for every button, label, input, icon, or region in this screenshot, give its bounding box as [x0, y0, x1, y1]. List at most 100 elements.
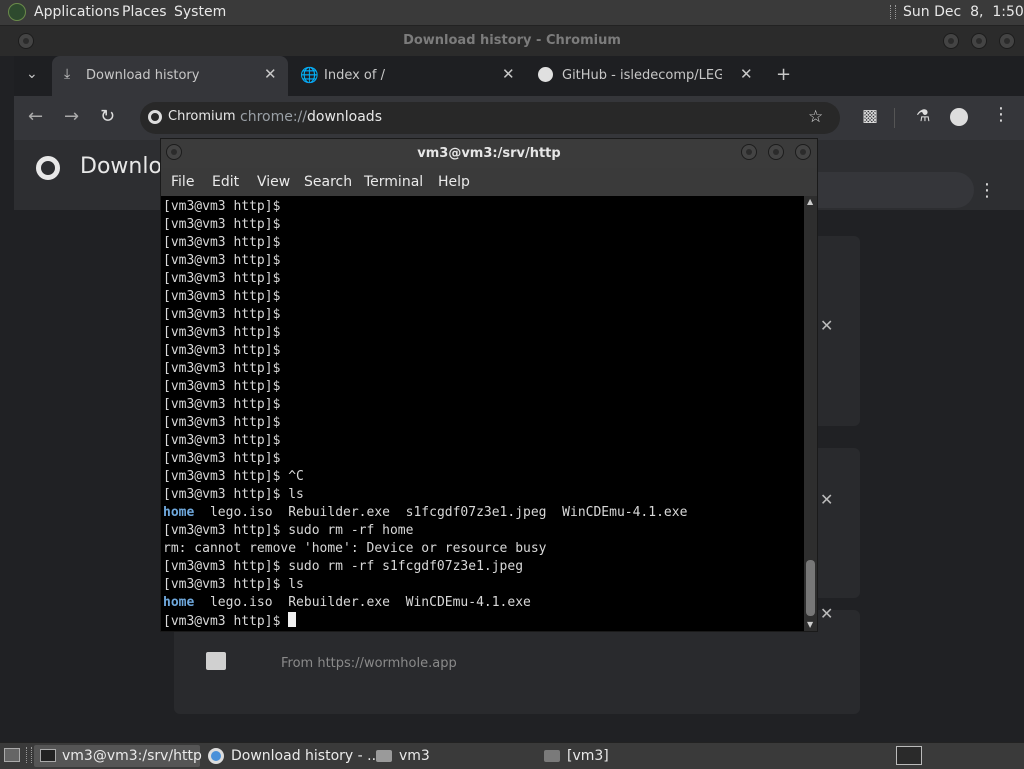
gnome-foot-icon[interactable]: [8, 3, 26, 21]
terminal-icon: [40, 749, 56, 762]
divider: [894, 108, 895, 128]
taskbar-label: vm3: [399, 748, 430, 764]
taskbar-label: Download history - ...: [231, 748, 381, 764]
system-menu[interactable]: System: [174, 4, 226, 20]
terminal-line: [vm3@vm3 http]$: [163, 433, 281, 448]
panel-handle-icon: [26, 747, 32, 763]
terminal-line: [vm3@vm3 http]$: [163, 397, 281, 412]
terminal-output[interactable]: [vm3@vm3 http]$ [vm3@vm3 http]$ [vm3@vm3 h…: [161, 196, 804, 631]
terminal-window-title: vm3@vm3:/srv/http: [417, 146, 561, 161]
forward-arrow-icon[interactable]: →: [64, 106, 79, 127]
terminal-line: [vm3@vm3 http]$: [163, 289, 281, 304]
remove-download-icon[interactable]: ✕: [820, 490, 833, 509]
terminal-line: [vm3@vm3 http]$: [163, 307, 281, 322]
tab-search-chevron-icon[interactable]: ⌄: [26, 66, 38, 82]
menu-edit[interactable]: Edit: [212, 174, 239, 190]
page-menu-icon[interactable]: ⋮: [978, 180, 996, 201]
taskbar-item-vm3[interactable]: vm3: [372, 745, 536, 767]
terminal-line: [vm3@vm3 http]$: [163, 199, 281, 214]
back-arrow-icon[interactable]: ←: [28, 106, 43, 127]
menu-terminal[interactable]: Terminal: [364, 174, 423, 190]
browser-toolbar: ← → ↻ Chromium chrome://downloads ☆ ▩ ⚗ …: [14, 96, 1024, 140]
clock[interactable]: Sun Dec 8, 1:50 AM: [903, 4, 1024, 20]
download-icon: ⤓: [64, 66, 71, 82]
tab-index-of[interactable]: 🌐 Index of / ✕: [290, 56, 526, 96]
profile-avatar-icon[interactable]: [950, 108, 968, 126]
terminal-text: [vm3@vm3 http]$ [vm3@vm3 http]$ [vm3@vm3 h…: [163, 198, 687, 631]
terminal-line: rm: cannot remove 'home': Device or reso…: [163, 541, 547, 556]
scrollbar-thumb[interactable]: [806, 560, 815, 616]
terminal-line: [vm3@vm3 http]$ ls: [163, 487, 304, 502]
menu-help[interactable]: Help: [438, 174, 470, 190]
terminal-scrollbar[interactable]: ▲ ▼: [804, 196, 817, 631]
close-tab-icon[interactable]: ✕: [264, 65, 277, 83]
menu-file[interactable]: File: [171, 174, 194, 190]
reload-icon[interactable]: ↻: [100, 106, 115, 127]
tab-github[interactable]: GitHub - isledecomp/LEGOIs ✕: [528, 56, 764, 96]
terminal-titlebar[interactable]: vm3@vm3:/srv/http: [161, 139, 817, 168]
close-tab-icon[interactable]: ✕: [740, 65, 753, 83]
places-menu[interactable]: Places: [122, 4, 167, 20]
labs-flask-icon[interactable]: ⚗: [916, 106, 930, 125]
taskbar-label: vm3@vm3:/srv/http: [62, 748, 202, 764]
taskbar-item-vm3-bracket[interactable]: [vm3]: [540, 745, 704, 767]
tab-label: Download history: [86, 68, 200, 83]
chromium-titlebar[interactable]: Download history - Chromium: [0, 26, 1024, 56]
top-panel: Applications Places System Sun Dec 8, 1:…: [0, 0, 1024, 26]
tab-strip: ⌄ ⤓ Download history ✕ 🌐 Index of / ✕ Gi…: [14, 56, 1024, 96]
terminal-line: [vm3@vm3 http]$: [163, 271, 281, 286]
download-source-text: From https://wormhole.app: [281, 656, 457, 671]
terminal-line: [vm3@vm3 http]$ sudo rm -rf s1fcgdf07z3e…: [163, 559, 524, 574]
terminal-line: [vm3@vm3 http]$: [163, 217, 281, 232]
minimize-button[interactable]: [741, 144, 757, 160]
workspace-switcher[interactable]: [896, 746, 922, 765]
tab-download-history[interactable]: ⤓ Download history ✕: [52, 56, 288, 96]
new-tab-button[interactable]: +: [776, 64, 791, 85]
terminal-line: home lego.iso Rebuilder.exe WinCDEmu-4.1…: [163, 595, 531, 610]
globe-icon: 🌐: [300, 66, 319, 84]
terminal-line: [vm3@vm3 http]$ ls: [163, 577, 304, 592]
url-text[interactable]: chrome://downloads: [240, 109, 382, 125]
terminal-line: [vm3@vm3 http]$: [163, 235, 281, 250]
dir-entry: home: [163, 595, 195, 610]
close-window-button[interactable]: [795, 144, 811, 160]
folder-icon: [544, 750, 560, 762]
applications-menu[interactable]: Applications: [34, 4, 120, 20]
maximize-button[interactable]: [768, 144, 784, 160]
terminal-line: [vm3@vm3 http]$: [163, 325, 281, 340]
remove-download-icon[interactable]: ✕: [820, 316, 833, 335]
scroll-up-arrow-icon[interactable]: ▲: [807, 197, 813, 206]
chip-label: Chromium: [168, 109, 236, 124]
github-icon: [538, 67, 553, 82]
dir-entry: home: [163, 505, 195, 520]
taskbar-item-chromium[interactable]: Download history - ...: [204, 745, 381, 767]
menu-search[interactable]: Search: [304, 174, 352, 190]
url-path: downloads: [307, 109, 382, 125]
terminal-line: [vm3@vm3 http]$: [163, 379, 281, 394]
minimize-button[interactable]: [943, 33, 959, 49]
tab-label: GitHub - isledecomp/LEGOIs: [562, 68, 722, 83]
maximize-button[interactable]: [971, 33, 987, 49]
extensions-icon[interactable]: ▩: [862, 106, 878, 126]
omnibox[interactable]: Chromium chrome://downloads ☆: [140, 102, 840, 134]
panel-handle-icon: [890, 5, 896, 19]
url-scheme: chrome://: [240, 109, 307, 125]
close-tab-icon[interactable]: ✕: [502, 65, 515, 83]
terminal-line: home lego.iso Rebuilder.exe s1fcgdf07z3e…: [163, 505, 688, 520]
tab-label: Index of /: [324, 68, 385, 83]
kebab-menu-icon[interactable]: ⋮: [992, 104, 1010, 125]
bookmark-star-icon[interactable]: ☆: [808, 107, 823, 127]
taskbar-label: [vm3]: [567, 748, 609, 764]
remove-download-icon[interactable]: ✕: [820, 604, 833, 623]
folder-home-icon: [376, 750, 392, 762]
chromium-icon: [148, 110, 162, 124]
taskbar: vm3@vm3:/srv/http Download history - ...…: [0, 742, 1024, 769]
chromium-icon: [208, 748, 224, 764]
show-desktop-icon[interactable]: [4, 748, 20, 762]
file-icon: [206, 652, 226, 670]
terminal-line: [vm3@vm3 http]$: [163, 361, 281, 376]
close-window-button[interactable]: [999, 33, 1015, 49]
menu-view[interactable]: View: [257, 174, 290, 190]
taskbar-item-terminal[interactable]: vm3@vm3:/srv/http: [34, 745, 202, 767]
scroll-down-arrow-icon[interactable]: ▼: [807, 620, 813, 629]
